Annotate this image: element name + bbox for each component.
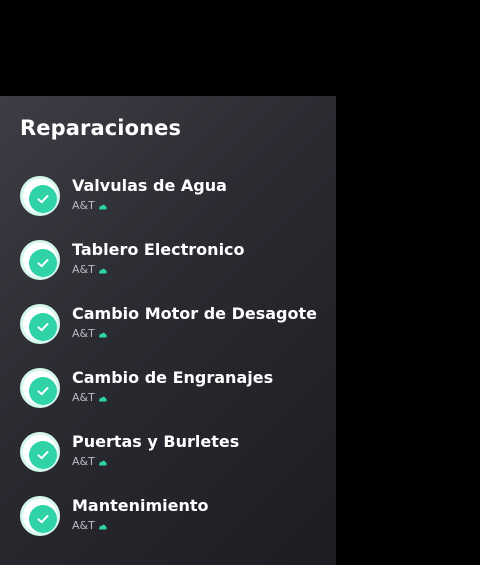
item-title: Valvulas de Agua bbox=[72, 176, 227, 195]
check-icon bbox=[29, 249, 57, 277]
item-title: Mantenimiento bbox=[72, 496, 209, 515]
item-provider: A&T bbox=[72, 327, 95, 340]
list-item[interactable]: Mantenimiento A&T bbox=[20, 496, 330, 560]
item-meta: A&T bbox=[72, 455, 108, 469]
completed-badge bbox=[20, 240, 60, 280]
cloud-icon bbox=[98, 521, 108, 531]
repairs-list: Valvulas de Agua A&T Tablero Electronico… bbox=[20, 176, 330, 560]
item-provider: A&T bbox=[72, 455, 95, 468]
repairs-panel: Reparaciones Valvulas de Agua A&T Tabler… bbox=[0, 96, 336, 565]
item-provider: A&T bbox=[72, 263, 95, 276]
completed-badge bbox=[20, 304, 60, 344]
list-item[interactable]: Valvulas de Agua A&T bbox=[20, 176, 330, 240]
cloud-icon bbox=[98, 265, 108, 275]
list-item[interactable]: Puertas y Burletes A&T bbox=[20, 432, 330, 496]
cloud-icon bbox=[98, 393, 108, 403]
check-icon bbox=[29, 441, 57, 469]
completed-badge bbox=[20, 176, 60, 216]
item-title: Cambio Motor de Desagote bbox=[72, 304, 317, 323]
item-provider: A&T bbox=[72, 199, 95, 212]
item-title: Tablero Electronico bbox=[72, 240, 245, 259]
cloud-icon bbox=[98, 329, 108, 339]
item-meta: A&T bbox=[72, 519, 108, 533]
check-icon bbox=[29, 185, 57, 213]
list-item[interactable]: Cambio Motor de Desagote A&T bbox=[20, 304, 330, 368]
check-icon bbox=[29, 313, 57, 341]
list-item[interactable]: Cambio de Engranajes A&T bbox=[20, 368, 330, 432]
panel-title: Reparaciones bbox=[20, 116, 182, 140]
item-meta: A&T bbox=[72, 263, 108, 277]
check-icon bbox=[29, 505, 57, 533]
cloud-icon bbox=[98, 201, 108, 211]
completed-badge bbox=[20, 496, 60, 536]
cloud-icon bbox=[98, 457, 108, 467]
item-title: Cambio de Engranajes bbox=[72, 368, 274, 387]
list-item[interactable]: Tablero Electronico A&T bbox=[20, 240, 330, 304]
item-title: Puertas y Burletes bbox=[72, 432, 240, 451]
completed-badge bbox=[20, 432, 60, 472]
item-meta: A&T bbox=[72, 327, 108, 341]
item-meta: A&T bbox=[72, 199, 108, 213]
item-provider: A&T bbox=[72, 391, 95, 404]
completed-badge bbox=[20, 368, 60, 408]
item-meta: A&T bbox=[72, 391, 108, 405]
check-icon bbox=[29, 377, 57, 405]
item-provider: A&T bbox=[72, 519, 95, 532]
